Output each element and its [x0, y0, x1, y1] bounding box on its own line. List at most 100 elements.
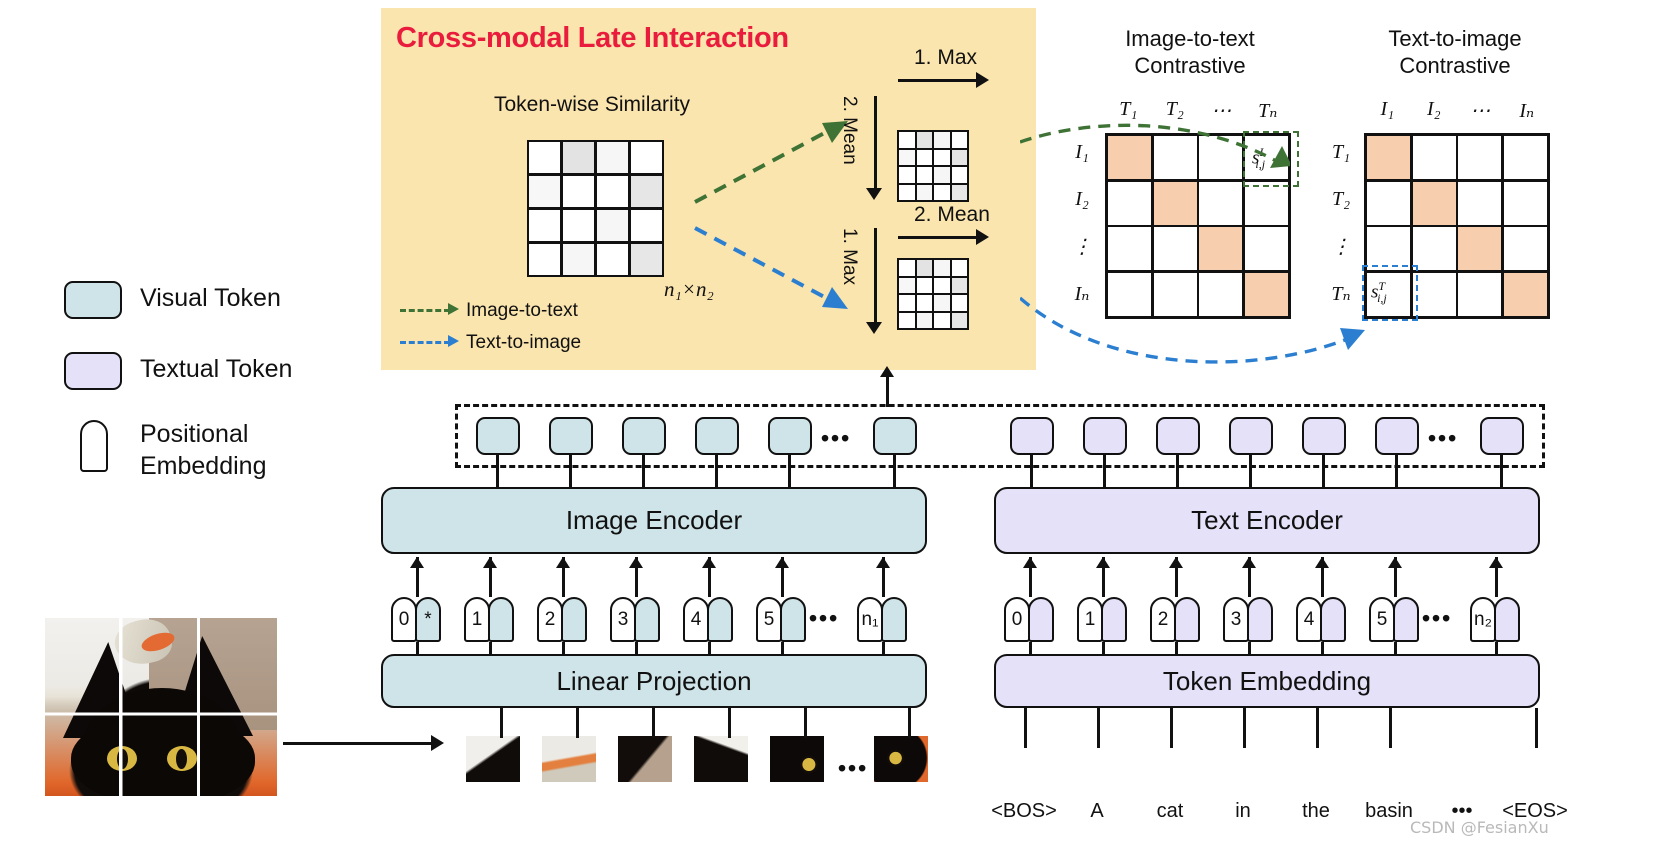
matrix-cell	[630, 142, 662, 174]
position-id-pill: 1	[1077, 597, 1103, 642]
textual-token-chip	[1156, 417, 1200, 455]
linear-projection-label: Linear Projection	[556, 665, 752, 696]
contrastive-cell	[1458, 181, 1502, 225]
pe-to-encoder-arrow	[1096, 557, 1110, 568]
matrix-cell	[934, 312, 950, 328]
row-header: I₂	[1075, 187, 1089, 210]
word-to-embedding-line	[1170, 708, 1173, 748]
contrastive-cell	[1108, 227, 1152, 271]
branch-dashed-arrows	[694, 121, 848, 309]
matrix-cell	[916, 312, 932, 328]
textual-token-chip	[1083, 417, 1127, 455]
row-header: T₂	[1331, 187, 1351, 210]
proj-to-pe-line	[882, 642, 885, 654]
legend-textual-token-swatch	[64, 352, 122, 390]
image-patch	[466, 736, 520, 782]
proj-to-pe-line	[1321, 642, 1324, 654]
column-header: ⋯	[1470, 100, 1491, 122]
pill-ellipsis: •••	[1422, 605, 1453, 631]
matrix-cell	[899, 167, 915, 183]
position-id-pill: 3	[610, 597, 636, 642]
i2t-title-line2: Contrastive	[1134, 52, 1246, 78]
patch-to-projection-line	[576, 708, 579, 738]
embedding-pill	[1174, 597, 1200, 642]
matrix-cell	[596, 209, 629, 242]
contrastive-cell	[1244, 227, 1288, 271]
proj-to-pe-line	[781, 642, 784, 654]
image-patch	[874, 736, 928, 782]
matrix-cell	[951, 184, 967, 200]
image-to-patches-line	[283, 742, 433, 745]
image-encoder-box: Image Encoder	[381, 487, 927, 554]
column-header: I₂	[1426, 98, 1441, 120]
token-connector	[1249, 455, 1252, 488]
position-id-pill: 4	[683, 597, 709, 642]
proj-to-pe-line	[562, 642, 565, 654]
matrix-cell	[562, 243, 595, 275]
i2t-connector	[1020, 123, 1290, 168]
embedding-pill	[1320, 597, 1346, 642]
i2t-title-line1: Image-to-text	[1125, 26, 1255, 51]
matrix-cell	[916, 295, 932, 311]
pe-to-encoder-arrow	[702, 557, 716, 568]
matrix-cell	[596, 243, 629, 275]
contrastive-cell-positive	[1153, 181, 1197, 225]
matrix-cell	[630, 209, 662, 242]
token-connector	[715, 455, 718, 488]
legend-positional-embedding-label: Positional Embedding	[140, 418, 266, 482]
embedding-pill	[1101, 597, 1127, 642]
op-top-horizontal-arrow	[976, 72, 989, 88]
matrix-cell	[916, 260, 932, 276]
visual-token-chip	[695, 417, 739, 455]
proj-to-pe-line	[635, 642, 638, 654]
patch-to-projection-line	[728, 708, 731, 738]
matrix-cell	[951, 312, 967, 328]
contrastive-cell	[1199, 181, 1243, 225]
matrix-cell	[934, 295, 950, 311]
textual-token-chip	[1010, 417, 1054, 455]
matrix-cell	[899, 132, 915, 148]
token-connector	[1322, 455, 1325, 488]
position-id-pill: n₁	[857, 597, 883, 642]
contrastive-cell	[1503, 136, 1547, 180]
matrix-cell	[934, 260, 950, 276]
panel-title: Cross-modal Late Interaction	[396, 22, 789, 54]
token-connector	[642, 455, 645, 488]
image-to-text-legend-line	[400, 309, 450, 312]
matrix-cell	[899, 184, 915, 200]
patch-ellipsis: •••	[838, 755, 869, 781]
pe-to-encoder-arrow	[876, 557, 890, 568]
proj-to-pe-line	[708, 642, 711, 654]
watermark: CSDN @FesianXu	[1410, 818, 1549, 837]
matrix-cell	[951, 277, 967, 293]
embedding-pill	[634, 597, 660, 642]
image-patch	[542, 736, 596, 782]
contrastive-cell	[1503, 181, 1547, 225]
legend-text-to-image-label: Text-to-image	[466, 332, 582, 353]
text-to-image-legend-arrow	[448, 335, 459, 347]
row-header: T₁	[1331, 141, 1351, 164]
pe-to-encoder-arrow	[1242, 557, 1256, 568]
row-header: ⋮	[1072, 236, 1092, 259]
op-top-vertical-arrow	[866, 188, 882, 200]
contrastive-cell	[1108, 181, 1152, 225]
embedding-pill	[488, 597, 514, 642]
image-patch	[770, 736, 824, 782]
token-wise-similarity-matrix	[527, 140, 664, 277]
textual-token-chip	[1480, 417, 1524, 455]
matrix-cell	[630, 175, 662, 208]
contrastive-cell	[1244, 181, 1288, 225]
pos-emb-line2: Embedding	[140, 452, 267, 480]
proj-to-pe-line	[1029, 642, 1032, 654]
text-encoder-box: Text Encoder	[994, 487, 1540, 554]
embedding-pill	[1494, 597, 1520, 642]
text-to-image-legend-line	[400, 341, 450, 344]
matrix-cell	[916, 167, 932, 183]
token-connector	[1103, 455, 1106, 488]
matrix-cell	[596, 142, 629, 174]
position-id-pill: 3	[1223, 597, 1249, 642]
contrastive-cell	[1458, 272, 1502, 316]
matrix-cell	[529, 209, 561, 242]
input-image-photo	[45, 618, 277, 796]
proj-to-pe-line	[1394, 642, 1397, 654]
